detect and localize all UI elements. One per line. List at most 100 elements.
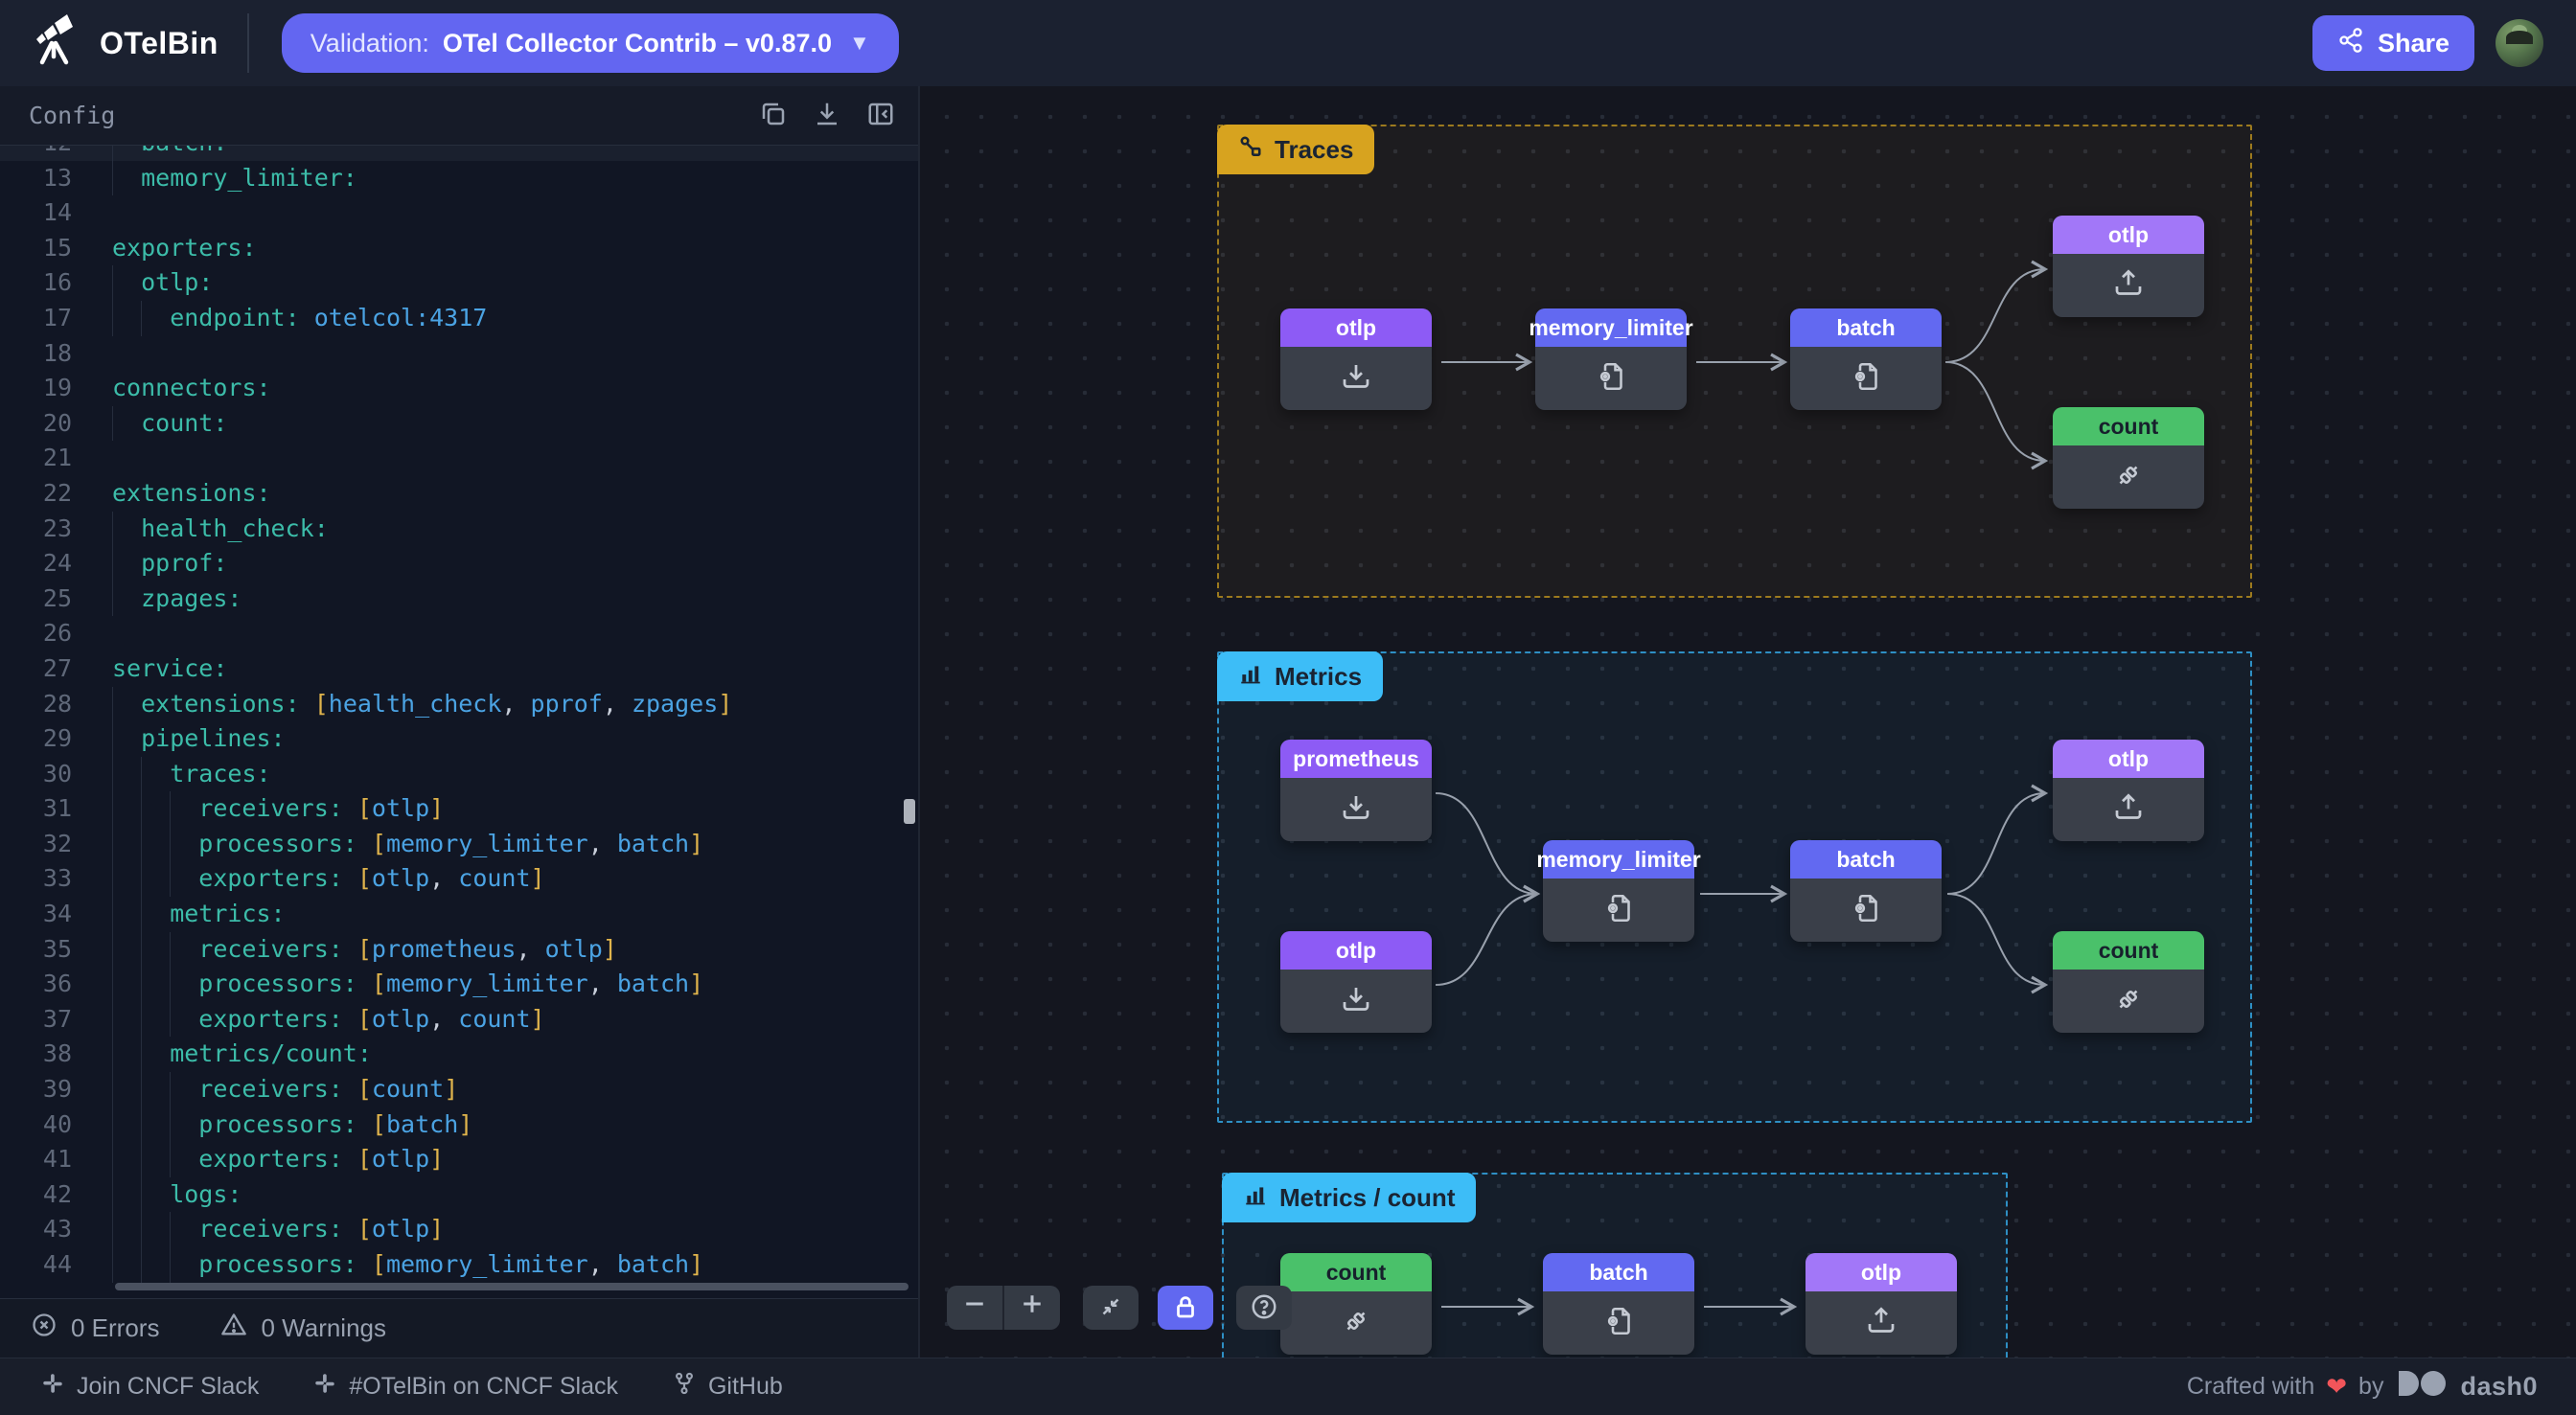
pipeline-node-exporter-otlp[interactable]: otlp	[2053, 740, 2204, 841]
code-token: batch	[617, 1250, 689, 1278]
upload-icon	[2111, 266, 2146, 306]
code-token: [	[357, 794, 372, 822]
line-number: 41	[0, 1142, 72, 1177]
line-content: exporters: [otlp]	[112, 1142, 444, 1177]
code-line: 42logs:	[0, 1177, 918, 1213]
code-token	[516, 690, 530, 718]
node-body	[1280, 1291, 1432, 1355]
code-token: ]	[689, 830, 703, 857]
collapse-panel-button[interactable]	[866, 100, 895, 131]
code-token: ,	[429, 1005, 444, 1033]
code-token: ]	[603, 935, 617, 963]
indent-guide	[112, 967, 141, 1002]
horizontal-scrollbar[interactable]	[115, 1283, 908, 1290]
code-token: count	[458, 864, 530, 892]
pipeline-node-exporter-otlp[interactable]: otlp	[2053, 216, 2204, 317]
code-token: batch	[617, 830, 689, 857]
code-line: 38metrics/count:	[0, 1037, 918, 1072]
code-token: [	[357, 935, 372, 963]
help-button[interactable]	[1236, 1286, 1292, 1330]
code-line: 25zpages:	[0, 582, 918, 617]
line-content: connectors:	[112, 371, 271, 406]
code-token: ,	[588, 830, 603, 857]
download-icon	[813, 100, 841, 131]
line-number: 12	[0, 146, 72, 161]
share-button[interactable]: Share	[2312, 15, 2474, 71]
node-body	[2053, 445, 2204, 509]
indent-guide	[112, 687, 141, 722]
upload-icon	[1864, 1304, 1898, 1343]
code-token: metrics/count:	[170, 1039, 372, 1067]
code-token	[343, 935, 357, 963]
line-number: 22	[0, 476, 72, 512]
download-config-button[interactable]	[813, 100, 841, 131]
heart-icon: ❤	[2326, 1372, 2347, 1402]
line-number: 16	[0, 265, 72, 301]
main-area: Config	[0, 86, 2576, 1358]
zoom-out-button[interactable]	[947, 1286, 1004, 1330]
pipeline-node-connector-count[interactable]: count	[2053, 931, 2204, 1033]
code-line: 13memory_limiter:	[0, 161, 918, 196]
pipeline-node-connector-count[interactable]: count	[1280, 1253, 1432, 1355]
code-line: 41 exporters: [otlp]	[0, 1142, 918, 1177]
code-line: 22extensions:	[0, 476, 918, 512]
indent-guide	[141, 827, 170, 862]
pipeline-node-connector-count[interactable]: count	[2053, 407, 2204, 509]
process-icon	[1601, 1304, 1636, 1343]
pipeline-node-receiver-otlp[interactable]: otlp	[1280, 931, 1432, 1033]
indent-guide	[141, 1142, 170, 1177]
yaml-editor[interactable]: 12batch:13memory_limiter:1415exporters:1…	[0, 146, 918, 1298]
fit-view-button[interactable]	[1083, 1286, 1138, 1330]
pipeline-node-processor-batch[interactable]: batch	[1790, 840, 1942, 942]
vertical-scrollbar[interactable]	[904, 799, 915, 824]
line-number: 34	[0, 897, 72, 932]
github-link[interactable]: GitHub	[666, 1370, 789, 1404]
group-label-text: Metrics	[1275, 662, 1362, 692]
pipeline-canvas[interactable]: TracesMetricsMetrics / countotlpmemory_l…	[920, 86, 2576, 1358]
code-token: [	[357, 1075, 372, 1103]
errors-count: 0 Errors	[71, 1313, 159, 1343]
indent-guide	[141, 1177, 170, 1213]
indent-guide	[141, 791, 170, 827]
indent-guide	[112, 546, 141, 582]
code-token: processors:	[198, 1250, 357, 1278]
node-body	[1790, 347, 1942, 410]
code-token: otlp	[372, 1215, 429, 1243]
pipeline-node-processor-batch[interactable]: batch	[1790, 308, 1942, 410]
user-avatar[interactable]	[2496, 19, 2543, 67]
pipeline-node-receiver-otlp[interactable]: otlp	[1280, 308, 1432, 410]
code-token: batch	[617, 970, 689, 997]
line-number: 27	[0, 651, 72, 687]
otelbin-on-cncf-slack-link[interactable]: #OTelBin on CNCF Slack	[307, 1370, 624, 1404]
line-content: processors: [memory_limiter, batch]	[112, 827, 703, 862]
code-line: 39receivers: [count]	[0, 1072, 918, 1107]
code-token: otelcol:4317	[314, 304, 488, 331]
line-content: metrics:	[112, 897, 286, 932]
code-token: exporters:	[198, 1005, 343, 1033]
line-content: receivers: [count]	[112, 1072, 458, 1107]
join-cncf-slack-link[interactable]: Join CNCF Slack	[34, 1370, 264, 1404]
group-label-text: Traces	[1275, 135, 1353, 165]
node-label: memory_limiter	[1535, 308, 1687, 347]
indent-guide	[112, 1002, 141, 1038]
indent-guide	[141, 757, 170, 792]
copy-button[interactable]	[759, 100, 788, 131]
pipeline-node-receiver-prometheus[interactable]: prometheus	[1280, 740, 1432, 841]
code-token: ,	[588, 1250, 603, 1278]
node-body	[1535, 347, 1687, 410]
code-token: otlp:	[141, 268, 213, 296]
lock-button[interactable]	[1158, 1286, 1213, 1330]
pipeline-node-exporter-otlp[interactable]: otlp	[1806, 1253, 1957, 1355]
indent-guide	[112, 265, 141, 301]
slack-icon	[312, 1371, 337, 1403]
credit-suffix: by	[2358, 1373, 2383, 1401]
zoom-in-button[interactable]	[1004, 1286, 1060, 1330]
pipeline-node-processor-batch[interactable]: batch	[1543, 1253, 1694, 1355]
line-content: receivers: [otlp]	[112, 1212, 444, 1247]
pipeline-node-processor-memory_limiter[interactable]: memory_limiter	[1543, 840, 1694, 942]
validation-dropdown[interactable]: Validation: OTel Collector Contrib – v0.…	[282, 13, 899, 73]
dash0-logo-icon	[2395, 1369, 2449, 1404]
indent-guide	[112, 1072, 141, 1107]
pipeline-node-processor-memory_limiter[interactable]: memory_limiter	[1535, 308, 1687, 410]
code-token: ]	[458, 1110, 472, 1138]
